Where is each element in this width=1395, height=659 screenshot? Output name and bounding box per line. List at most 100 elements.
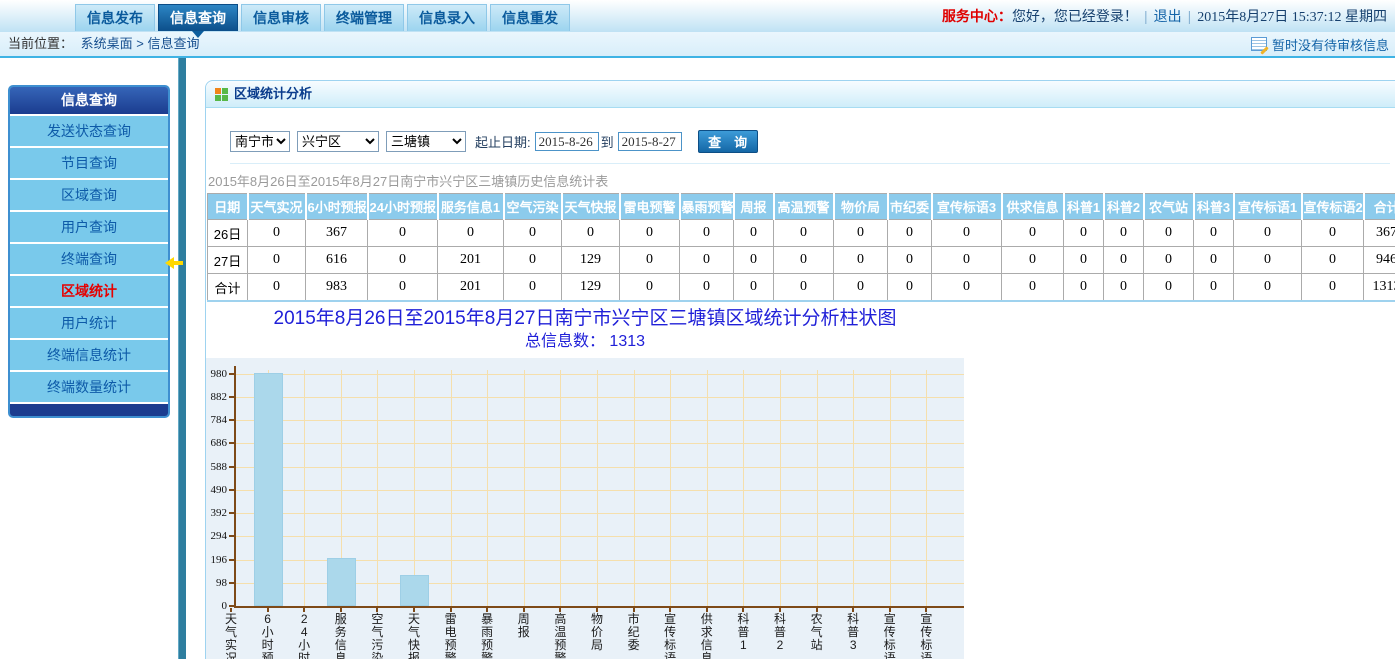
page: 信息发布信息查询信息审核终端管理信息录入信息重发 服务中心： 您好，您已经登录！… (0, 0, 1395, 659)
table-cell: 0 (620, 247, 680, 274)
sidebar: 信息查询 发送状态查询节目查询区域查询用户查询终端查询区域统计用户统计终端信息统… (8, 85, 170, 418)
sidebar-item-4[interactable]: 终端查询 (10, 242, 168, 274)
table-cell: 0 (1234, 274, 1302, 302)
table-title: 2015年8月26日至2015年8月27日南宁市兴宁区三塘镇历史信息统计表 (208, 171, 1395, 190)
table-cell: 0 (1144, 247, 1194, 274)
table-cell: 0 (888, 274, 932, 302)
table-header-cell-6: 天气快报 (562, 194, 620, 220)
nav-tab-3[interactable]: 终端管理 (324, 4, 404, 31)
nav-tabs: 信息发布信息查询信息审核终端管理信息录入信息重发 (75, 4, 570, 31)
x-axis-label-9: 高温预警 (553, 613, 568, 659)
sidebar-item-7[interactable]: 终端信息统计 (10, 338, 168, 370)
nav-tab-0[interactable]: 信息发布 (75, 4, 155, 31)
x-axis-label-18: 宣传标语1 (882, 613, 897, 659)
separator: | (1144, 8, 1148, 24)
table-header-cell-7: 雷电预警 (620, 194, 680, 220)
date-from-input[interactable] (535, 132, 599, 151)
table-header-cell-20: 宣传标语2 (1302, 194, 1364, 220)
sidebar-item-2[interactable]: 区域查询 (10, 178, 168, 210)
table-cell: 0 (1104, 274, 1144, 302)
sidebar-item-5[interactable]: 区域统计 (10, 274, 168, 306)
table-cell: 129 (562, 247, 620, 274)
region-stats-icon (215, 88, 228, 101)
sidebar-item-3[interactable]: 用户查询 (10, 210, 168, 242)
logout-link[interactable]: 退出 (1154, 6, 1182, 26)
date-to-input[interactable] (618, 132, 682, 151)
sidebar-item-1[interactable]: 节目查询 (10, 146, 168, 178)
pending-review-icon (1251, 37, 1267, 51)
table-cell: 0 (368, 220, 438, 247)
bar-1 (254, 373, 283, 606)
breadcrumb: 当前位置： 系统桌面 > 信息查询 (8, 32, 199, 56)
table-cell: 1313 (1364, 274, 1395, 302)
x-axis-label-17: 科普3 (846, 613, 861, 652)
x-axis-label-8: 周报 (516, 613, 531, 639)
v-gridline (634, 370, 635, 606)
y-axis-tick-label: 490 (206, 484, 227, 496)
v-gridline (487, 370, 488, 606)
service-center-label: 服务中心： (942, 6, 1012, 26)
table-cell: 0 (1194, 247, 1234, 274)
to-label: 到 (601, 132, 614, 151)
bar-3 (327, 558, 356, 606)
pending-review-notice[interactable]: 暂时没有待审核信息 (1251, 32, 1389, 56)
chart: 2015年8月26日至2015年8月27日南宁市兴宁区三塘镇区域统计分析柱状图 … (206, 307, 1395, 659)
nav-tab-5[interactable]: 信息重发 (490, 4, 570, 31)
v-gridline (853, 370, 854, 606)
table-cell: 0 (562, 220, 620, 247)
table-cell: 0 (774, 247, 834, 274)
table-row-0: 26日0367000000000000000000367 (208, 220, 1395, 247)
table-cell: 0 (504, 274, 562, 302)
sidebar-item-6[interactable]: 用户统计 (10, 306, 168, 338)
table-cell: 367 (1364, 220, 1395, 247)
h-gridline (236, 443, 964, 444)
sidebar-item-0[interactable]: 发送状态查询 (10, 114, 168, 146)
x-axis-label-10: 物价局 (590, 613, 605, 652)
district-select[interactable]: 兴宁区 (297, 131, 379, 152)
table-header-cell-19: 宣传标语1 (1234, 194, 1302, 220)
query-button[interactable]: 查 询 (698, 130, 758, 153)
table-header-cell-1: 天气实况 (248, 194, 306, 220)
x-axis-label-19: 宣传标语2 (919, 613, 934, 659)
arrow-left-icon (165, 257, 174, 269)
sidebar-title: 信息查询 (10, 87, 168, 114)
table-header-cell-18: 科普3 (1194, 194, 1234, 220)
x-axis (234, 606, 964, 608)
v-gridline (743, 370, 744, 606)
table-cell: 0 (504, 247, 562, 274)
table-cell: 0 (734, 274, 774, 302)
table-cell: 0 (1144, 274, 1194, 302)
table-cell: 0 (368, 247, 438, 274)
table-cell: 201 (438, 274, 504, 302)
x-axis-label-15: 科普2 (773, 613, 788, 652)
h-gridline (236, 513, 964, 514)
y-axis-tick-label: 980 (206, 368, 227, 380)
nav-tab-2[interactable]: 信息审核 (241, 4, 321, 31)
table-header-cell-2: 6小时预报 (306, 194, 368, 220)
table-header-cell-21: 合计 (1364, 194, 1395, 220)
arrow-tail (174, 261, 183, 265)
panel-header: 区域统计分析 (206, 81, 1395, 108)
table-cell: 0 (888, 247, 932, 274)
x-axis-label-1: 6小时预报 (260, 613, 275, 659)
x-axis-label-13: 供求信息 (699, 613, 714, 659)
table-cell: 0 (248, 247, 306, 274)
city-select[interactable]: 南宁市 (230, 131, 290, 152)
greeting-text: 您好，您已经登录！ (1012, 6, 1138, 26)
nav-tab-4[interactable]: 信息录入 (407, 4, 487, 31)
content-area: 信息查询 发送状态查询节目查询区域查询用户查询终端查询区域统计用户统计终端信息统… (0, 58, 1395, 659)
breadcrumb-path: 系统桌面 > 信息查询 (81, 36, 200, 51)
x-axis-label-12: 宣传标语3 (663, 613, 678, 659)
x-axis-label-6: 雷电预警 (443, 613, 458, 659)
panel-body: 南宁市 兴宁区 三塘镇 起止日期: 到 查 询 2015年8月26日至2015年… (206, 108, 1395, 659)
sidebar-collapse-arrow[interactable] (165, 257, 185, 269)
sidebar-item-8[interactable]: 终端数量统计 (10, 370, 168, 402)
y-axis-tick-label: 784 (206, 414, 227, 426)
town-select[interactable]: 三塘镇 (386, 131, 466, 152)
table-cell: 0 (932, 274, 1002, 302)
nav-tab-1[interactable]: 信息查询 (158, 4, 238, 31)
table-row-1: 27日06160201012900000000000000946 (208, 247, 1395, 274)
y-axis-tick-label: 588 (206, 461, 227, 473)
table-cell: 129 (562, 274, 620, 302)
table-cell: 201 (438, 247, 504, 274)
